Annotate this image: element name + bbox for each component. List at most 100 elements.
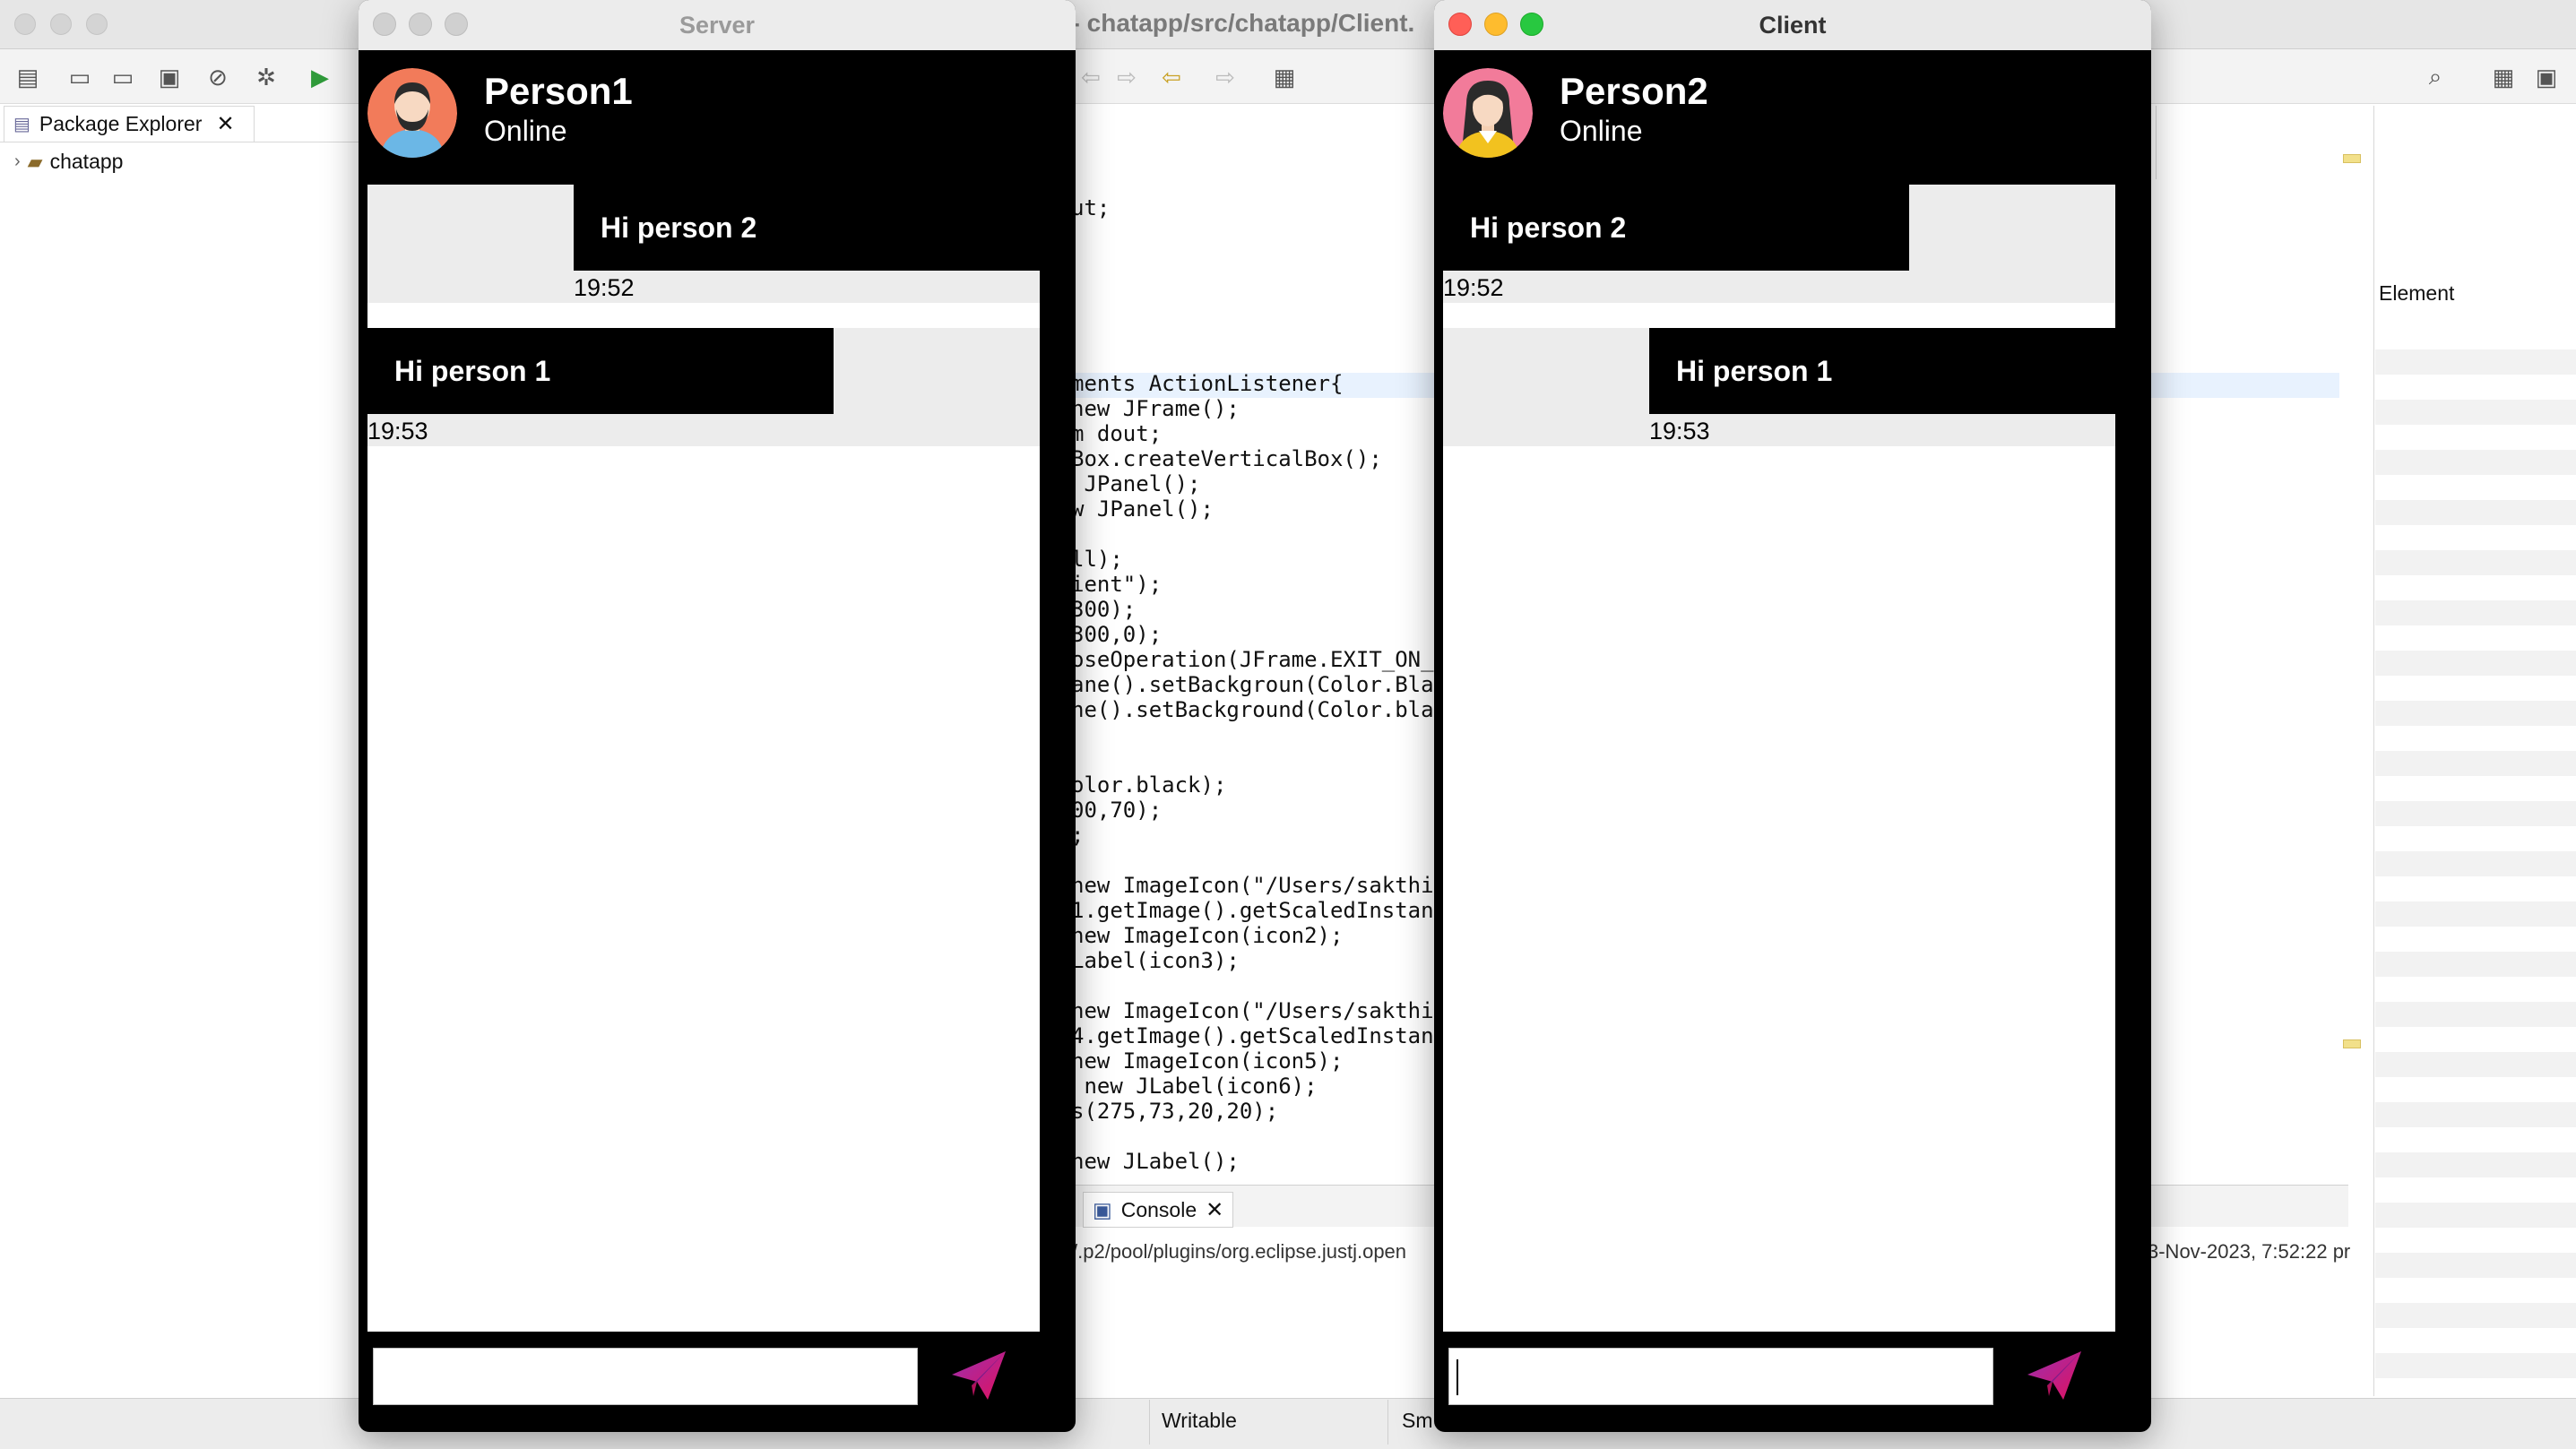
status-writable: Writable [1162,1409,1237,1432]
code-line: 4.getImage().getScaledInstan [1071,1023,1434,1048]
panel-stripe [2375,801,2576,826]
code-line: new ImageIcon(icon2); [1071,923,1344,948]
message-input[interactable] [373,1348,918,1405]
panel-stripe [2375,600,2576,625]
text-caret [1457,1359,1458,1395]
terminal-icon[interactable]: ▣ [154,62,185,92]
panel-stripe [2375,1203,2576,1228]
console-path-text: /.p2/pool/plugins/org.eclipse.justj.open [1072,1240,1407,1263]
code-line: olor.black); [1071,772,1227,798]
client-window-title: Client [1759,11,1827,39]
server-window-titlebar: Server [359,0,1076,51]
new-file-icon[interactable]: ▤ [13,62,43,92]
panel-stripe [2375,500,2576,525]
overview-ruler-marker [2343,1039,2361,1048]
project-icon: ▰ [27,150,43,173]
person-name: Person2 [1560,70,1708,112]
code-line: new JLabel(icon6); [1071,1074,1318,1099]
panel-stripe [2375,450,2576,475]
code-line: ne().setBackground(Color.bla [1071,697,1434,722]
person-name: Person1 [484,70,633,112]
message-time: 19:53 [1649,418,1710,444]
code-line: Label(icon3); [1071,948,1240,973]
debug-icon[interactable]: ✲ [251,62,281,92]
package-explorer-label: Package Explorer [39,112,203,135]
code-line: new JFrame(); [1071,396,1240,421]
code-line: s(275,73,20,20); [1071,1099,1279,1124]
panel-stripe [2375,349,2576,375]
code-line: ut; [1071,195,1111,220]
eclipse-maximize-button[interactable] [86,13,108,35]
panel-stripe [2375,952,2576,977]
save-icon[interactable]: ▭ [65,62,95,92]
chat-header: Person2 Online [1434,50,2151,185]
navigate-forward-icon[interactable]: ⇨ [1210,62,1240,92]
close-icon[interactable]: ✕ [216,111,234,137]
code-line: 1.getImage().getScaledInstan [1071,898,1434,923]
message-time: 19:52 [1443,274,1504,301]
message-row: Hi person 1 19:53 [367,328,1040,446]
close-icon[interactable]: ✕ [1206,1197,1223,1223]
panel-stripe [2375,651,2576,676]
message-row: Hi person 2 19:52 [367,185,1040,303]
navigate-back-icon[interactable]: ⇦ [1156,62,1187,92]
client-minimize-button[interactable] [1484,13,1508,36]
status-divider [1387,1400,1388,1445]
message-row: Hi person 1 19:53 [1443,328,2115,446]
save-all-icon[interactable]: ▭ [108,62,138,92]
send-button[interactable] [2022,1344,2087,1409]
male-avatar-icon [367,68,457,158]
message-bubble: Hi person 1 [1649,328,2115,414]
console-icon: ▣ [1093,1197,1112,1221]
panel-stripe [2375,400,2576,425]
chevron-right-icon[interactable]: › [14,151,21,172]
console-timestamp: 3-Nov-2023, 7:52:22 pr [2148,1240,2351,1263]
eclipse-close-button[interactable] [14,13,36,35]
search-icon[interactable]: ⌕ [2420,62,2451,92]
client-window-titlebar: Client [1434,0,2151,51]
eclipse-minimize-button[interactable] [50,13,72,35]
code-line: JPanel(); [1071,471,1201,496]
server-window-title: Server [679,11,756,39]
server-maximize-button[interactable] [445,13,468,36]
panel-stripe [2375,1353,2576,1378]
code-line: oseOperation(JFrame.EXIT_ON_ [1071,647,1434,672]
package-explorer-tab[interactable]: ▤ Package Explorer ✕ [4,106,255,142]
code-line: ient"); [1071,572,1163,597]
panel-stripe [2375,1102,2576,1127]
send-button[interactable] [947,1344,1011,1409]
code-line: w JPanel(); [1071,496,1214,522]
skip-breakpoints-icon[interactable]: ⊘ [203,62,233,92]
panel-stripe [2375,1152,2576,1177]
back-icon[interactable]: ⇦ [1076,62,1106,92]
online-status: Online [1560,115,1643,147]
run-icon[interactable]: ▶ [305,62,335,92]
server-close-button[interactable] [373,13,396,36]
panel-stripe [2375,1303,2576,1328]
panel-stripe [2375,901,2576,927]
client-maximize-button[interactable] [1520,13,1543,36]
panel-stripe [2375,851,2576,876]
code-line: 300,0); [1071,622,1163,647]
message-row: Hi person 2 19:52 [1443,185,2115,303]
status-insert-mode: Sm [1402,1409,1433,1432]
panel-stripe [2375,550,2576,575]
java-perspective-icon[interactable]: ▣ [2531,62,2562,92]
forward-icon[interactable]: ⇨ [1111,62,1142,92]
panel-stripe [2375,1002,2576,1027]
perspective-icon[interactable]: ▦ [2488,62,2519,92]
server-window: Server Person1 Online Hi person 2 19:52 … [359,0,1076,1432]
open-perspective-icon[interactable]: ▦ [1269,62,1300,92]
tree-item-chatapp[interactable]: › ▰ chatapp [14,150,123,174]
message-input[interactable] [1448,1348,1993,1405]
code-line: m dout; [1071,421,1163,446]
message-panel: Hi person 2 19:52 Hi person 1 19:53 [1443,185,2115,1332]
code-line: 300); [1071,597,1137,622]
message-time: 19:52 [574,274,635,301]
console-tab[interactable]: ▣ Console ✕ [1083,1192,1234,1228]
console-tab-label: Console [1120,1197,1197,1221]
server-minimize-button[interactable] [409,13,432,36]
panel-stripe [2375,701,2576,726]
client-close-button[interactable] [1448,13,1472,36]
online-status: Online [484,115,567,147]
